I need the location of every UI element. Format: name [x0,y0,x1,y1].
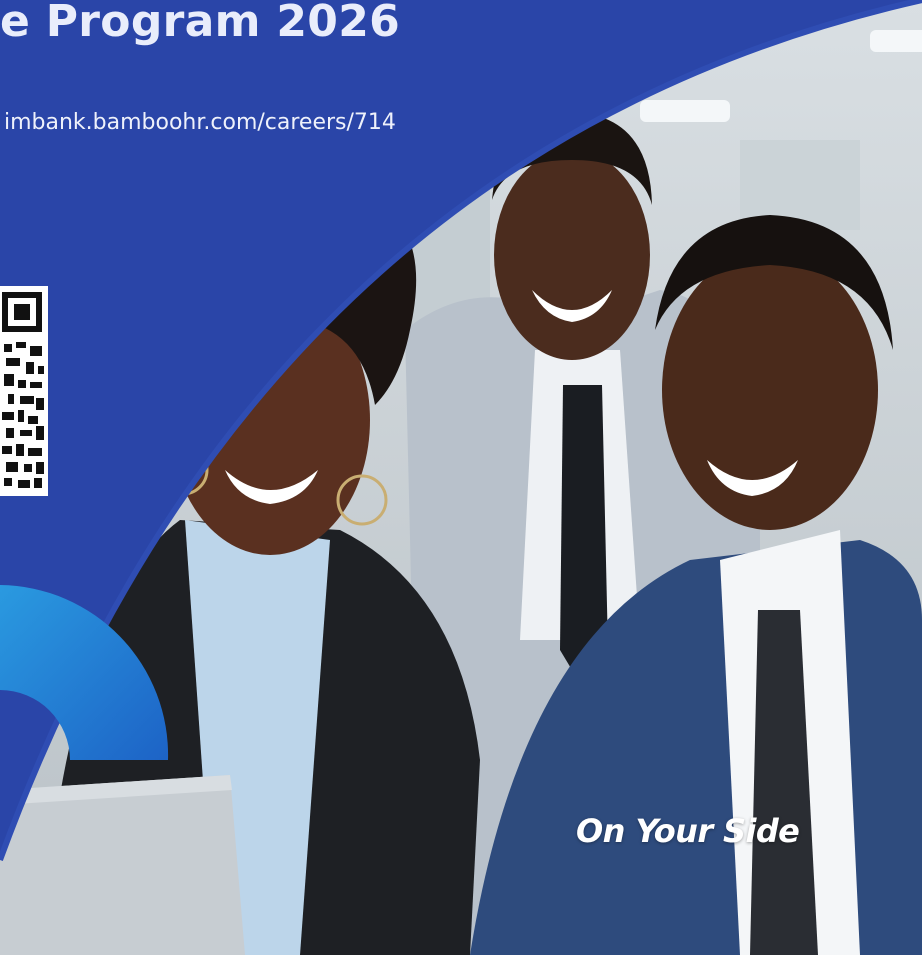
brand-tagline: On Your Side [576,812,800,850]
qr-code-icon[interactable] [0,286,48,496]
recruitment-poster: e Program 2026 imbank.bamboohr.com/caree… [0,0,922,955]
careers-url[interactable]: imbank.bamboohr.com/careers/714 [4,110,396,135]
program-title: e Program 2026 [0,0,401,47]
